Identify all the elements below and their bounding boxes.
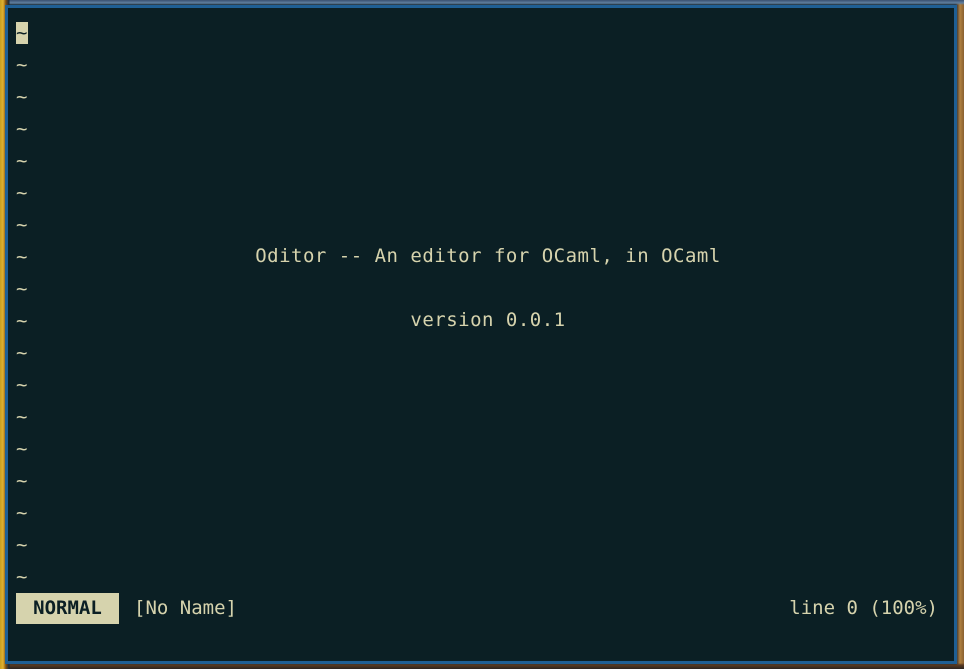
tilde-line: ~ <box>16 502 28 524</box>
tilde-line: ~ <box>16 566 28 588</box>
status-line: NORMAL [No Name] line 0 (100%) <box>16 593 948 625</box>
tilde-line: ~ <box>16 534 28 556</box>
tilde-line: ~ <box>16 470 28 492</box>
tilde-line: ~ <box>16 182 28 204</box>
tilde-line: ~ <box>16 342 28 364</box>
tilde-line: ~ <box>16 118 28 140</box>
splash-title: Oditor -- An editor for OCaml, in OCaml <box>255 245 721 267</box>
splash-version: version 0.0.1 <box>410 309 566 331</box>
tilde-line: ~ <box>16 406 28 428</box>
tilde-line: ~ <box>16 278 28 300</box>
tilde-line: ~ <box>16 54 28 76</box>
editor-buffer[interactable]: ~ ~ ~ ~ ~ ~ ~ ~ ~ ~ ~ ~ ~ ~ ~ ~ ~ ~ Oditor -- An editor f… <box>16 17 954 661</box>
tilde-line: ~ <box>16 214 28 236</box>
editor-window[interactable]: ~ ~ ~ ~ ~ ~ ~ ~ ~ ~ ~ ~ ~ ~ ~ ~ ~ ~ Oditor -- An editor f… <box>5 5 957 664</box>
tilde-line: ~ <box>16 438 28 460</box>
cursor-position: line 0 (100%) <box>789 597 938 619</box>
tilde-line: ~ <box>16 374 28 396</box>
buffer-filename: [No Name] <box>134 597 237 619</box>
tilde-line: ~ <box>16 150 28 172</box>
cursor-tilde-line: ~ <box>16 22 28 44</box>
mode-indicator: NORMAL <box>16 593 119 624</box>
tilde-line: ~ <box>16 86 28 108</box>
